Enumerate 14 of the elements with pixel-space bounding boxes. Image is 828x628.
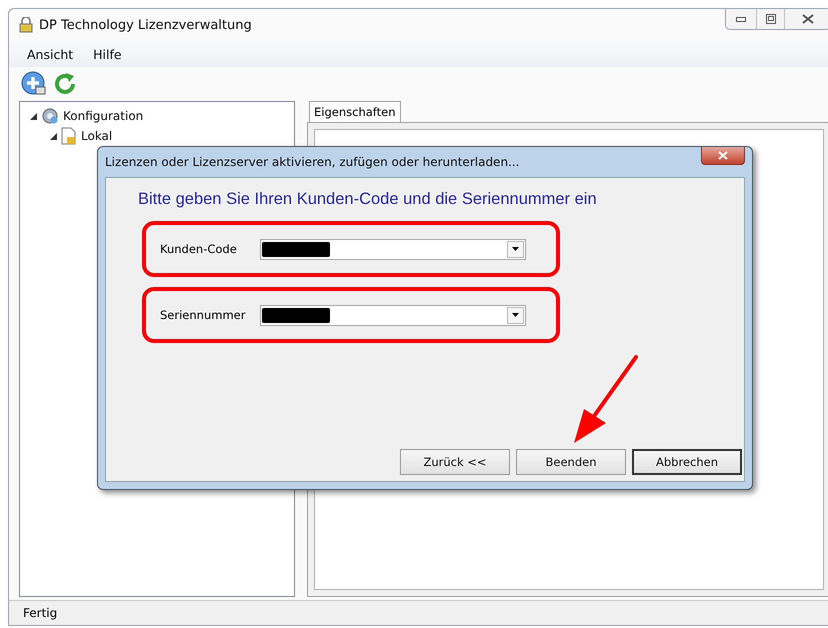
- properties-tab[interactable]: Eigenschaften: [309, 101, 400, 122]
- status-text: Fertig: [23, 606, 58, 620]
- menu-item[interactable]: Ansicht: [19, 46, 82, 62]
- dialog-title: Lizenzen oder Lizenzserver aktivieren, zufügen oder herunterladen...: [105, 155, 520, 169]
- tree-item[interactable]: Konfiguration: [63, 109, 144, 123]
- dialog-button[interactable]: Abbrechen: [632, 449, 742, 475]
- field-label: Kunden-Code: [160, 242, 238, 256]
- dialog-heading: Bitte geben Sie Ihren Kunden-Code und die Seriennummer ein: [138, 190, 598, 209]
- dialog-button[interactable]: Zurück <<: [400, 449, 510, 475]
- window-title: DP Technology Lizenzverwaltung: [39, 18, 252, 32]
- dialog-button[interactable]: Beenden: [516, 449, 626, 475]
- tree-item[interactable]: Lokal: [81, 129, 112, 143]
- menu-item[interactable]: Hilfe: [85, 46, 130, 62]
- field-label: Seriennummer: [160, 308, 246, 322]
